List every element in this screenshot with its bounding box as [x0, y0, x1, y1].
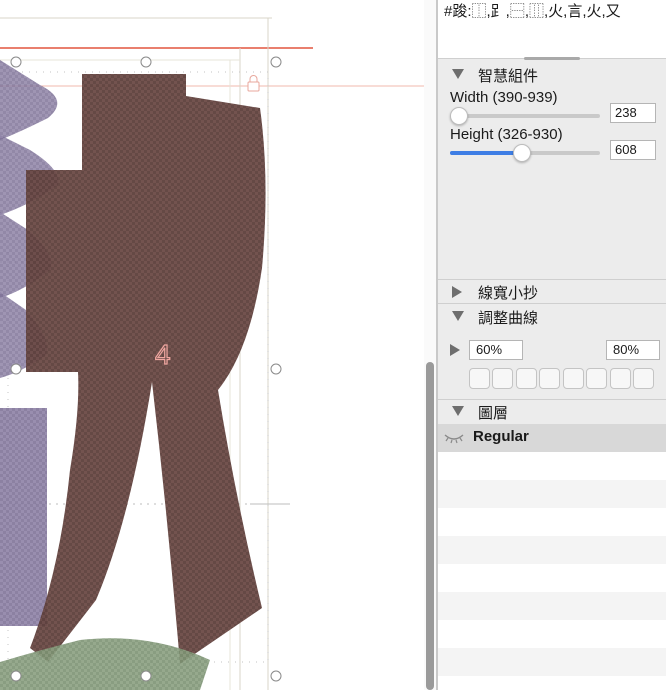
- curve-preset-button[interactable]: [492, 368, 513, 389]
- disclosure-triangle-icon: [452, 406, 464, 416]
- curve-preset-button[interactable]: [516, 368, 537, 389]
- lock-icon: [247, 75, 260, 92]
- glyph-drawing[interactable]: 4: [0, 0, 424, 690]
- line-width-cheatsheet-header[interactable]: 線寬小抄: [438, 281, 666, 303]
- layer-name: Regular: [473, 428, 529, 445]
- canvas-scrollbar-thumb[interactable]: [426, 362, 434, 690]
- curve-preset-button[interactable]: [610, 368, 631, 389]
- purple-stroke-top: [0, 60, 58, 140]
- glyph-canvas[interactable]: 4: [0, 0, 424, 690]
- width-slider-label: Width (390-939): [450, 89, 558, 106]
- adjust-curves-header[interactable]: 調整曲線: [438, 306, 666, 328]
- section-title: 智慧組件: [478, 68, 539, 85]
- play-icon[interactable]: [450, 344, 460, 356]
- height-slider[interactable]: [450, 144, 600, 162]
- width-value-field[interactable]: 238: [610, 103, 656, 123]
- brown-main-stroke: [26, 74, 266, 664]
- section-title: 線寬小抄: [478, 285, 539, 302]
- height-slider-knob[interactable]: [512, 144, 531, 162]
- section-title: 圖層: [478, 405, 509, 422]
- width-slider-knob[interactable]: [450, 107, 468, 125]
- disclosure-triangle-icon: [452, 286, 462, 298]
- disclosure-triangle-icon: [452, 69, 464, 79]
- layer-row-regular[interactable]: Regular: [438, 424, 666, 452]
- curve-right-field[interactable]: 80%: [606, 340, 660, 360]
- glyph-info-text: #踆:⿰,⻊,⿱,⿲,火,言,火,又: [444, 3, 621, 20]
- height-slider-label: Height (326-930): [450, 126, 563, 143]
- curve-preset-button[interactable]: [563, 368, 584, 389]
- smart-components-header[interactable]: 智慧組件: [438, 64, 666, 86]
- resize-grip[interactable]: [524, 57, 580, 60]
- purple-stroke-bottom: [0, 408, 47, 626]
- section-title: 調整曲線: [478, 310, 539, 327]
- disclosure-triangle-icon: [452, 311, 464, 321]
- inspector-panel: #踆:⿰,⻊,⿱,⿲,火,言,火,又 智慧組件 Width (390-939) …: [438, 0, 666, 690]
- height-slider-fill: [450, 151, 521, 155]
- curve-preset-button[interactable]: [586, 368, 607, 389]
- curve-left-field[interactable]: 60%: [469, 340, 523, 360]
- glyph-info-area[interactable]: #踆:⿰,⻊,⿱,⿲,火,言,火,又: [438, 0, 666, 59]
- eye-closed-icon[interactable]: [443, 429, 465, 450]
- component-index: 4: [155, 339, 171, 370]
- curve-preset-button[interactable]: [633, 368, 654, 389]
- layers-header[interactable]: 圖層: [438, 401, 666, 423]
- height-value-field[interactable]: 608: [610, 140, 656, 160]
- width-slider[interactable]: [450, 107, 600, 125]
- curve-preset-button[interactable]: [539, 368, 560, 389]
- curve-preset-button[interactable]: [469, 368, 490, 389]
